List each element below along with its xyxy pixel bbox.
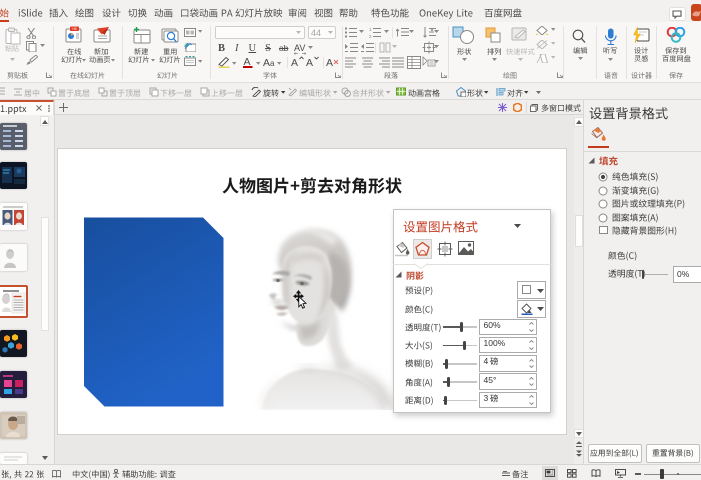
svg-text:A: A <box>306 57 313 68</box>
svg-text:1: 1 <box>369 27 372 32</box>
svg-text:H5: H5 <box>72 27 76 31</box>
svg-text:A: A <box>291 57 298 68</box>
svg-text:2: 2 <box>369 34 372 38</box>
svg-text:A: A <box>326 57 333 68</box>
svg-text:A: A <box>263 57 270 68</box>
svg-text:a: a <box>270 59 275 68</box>
